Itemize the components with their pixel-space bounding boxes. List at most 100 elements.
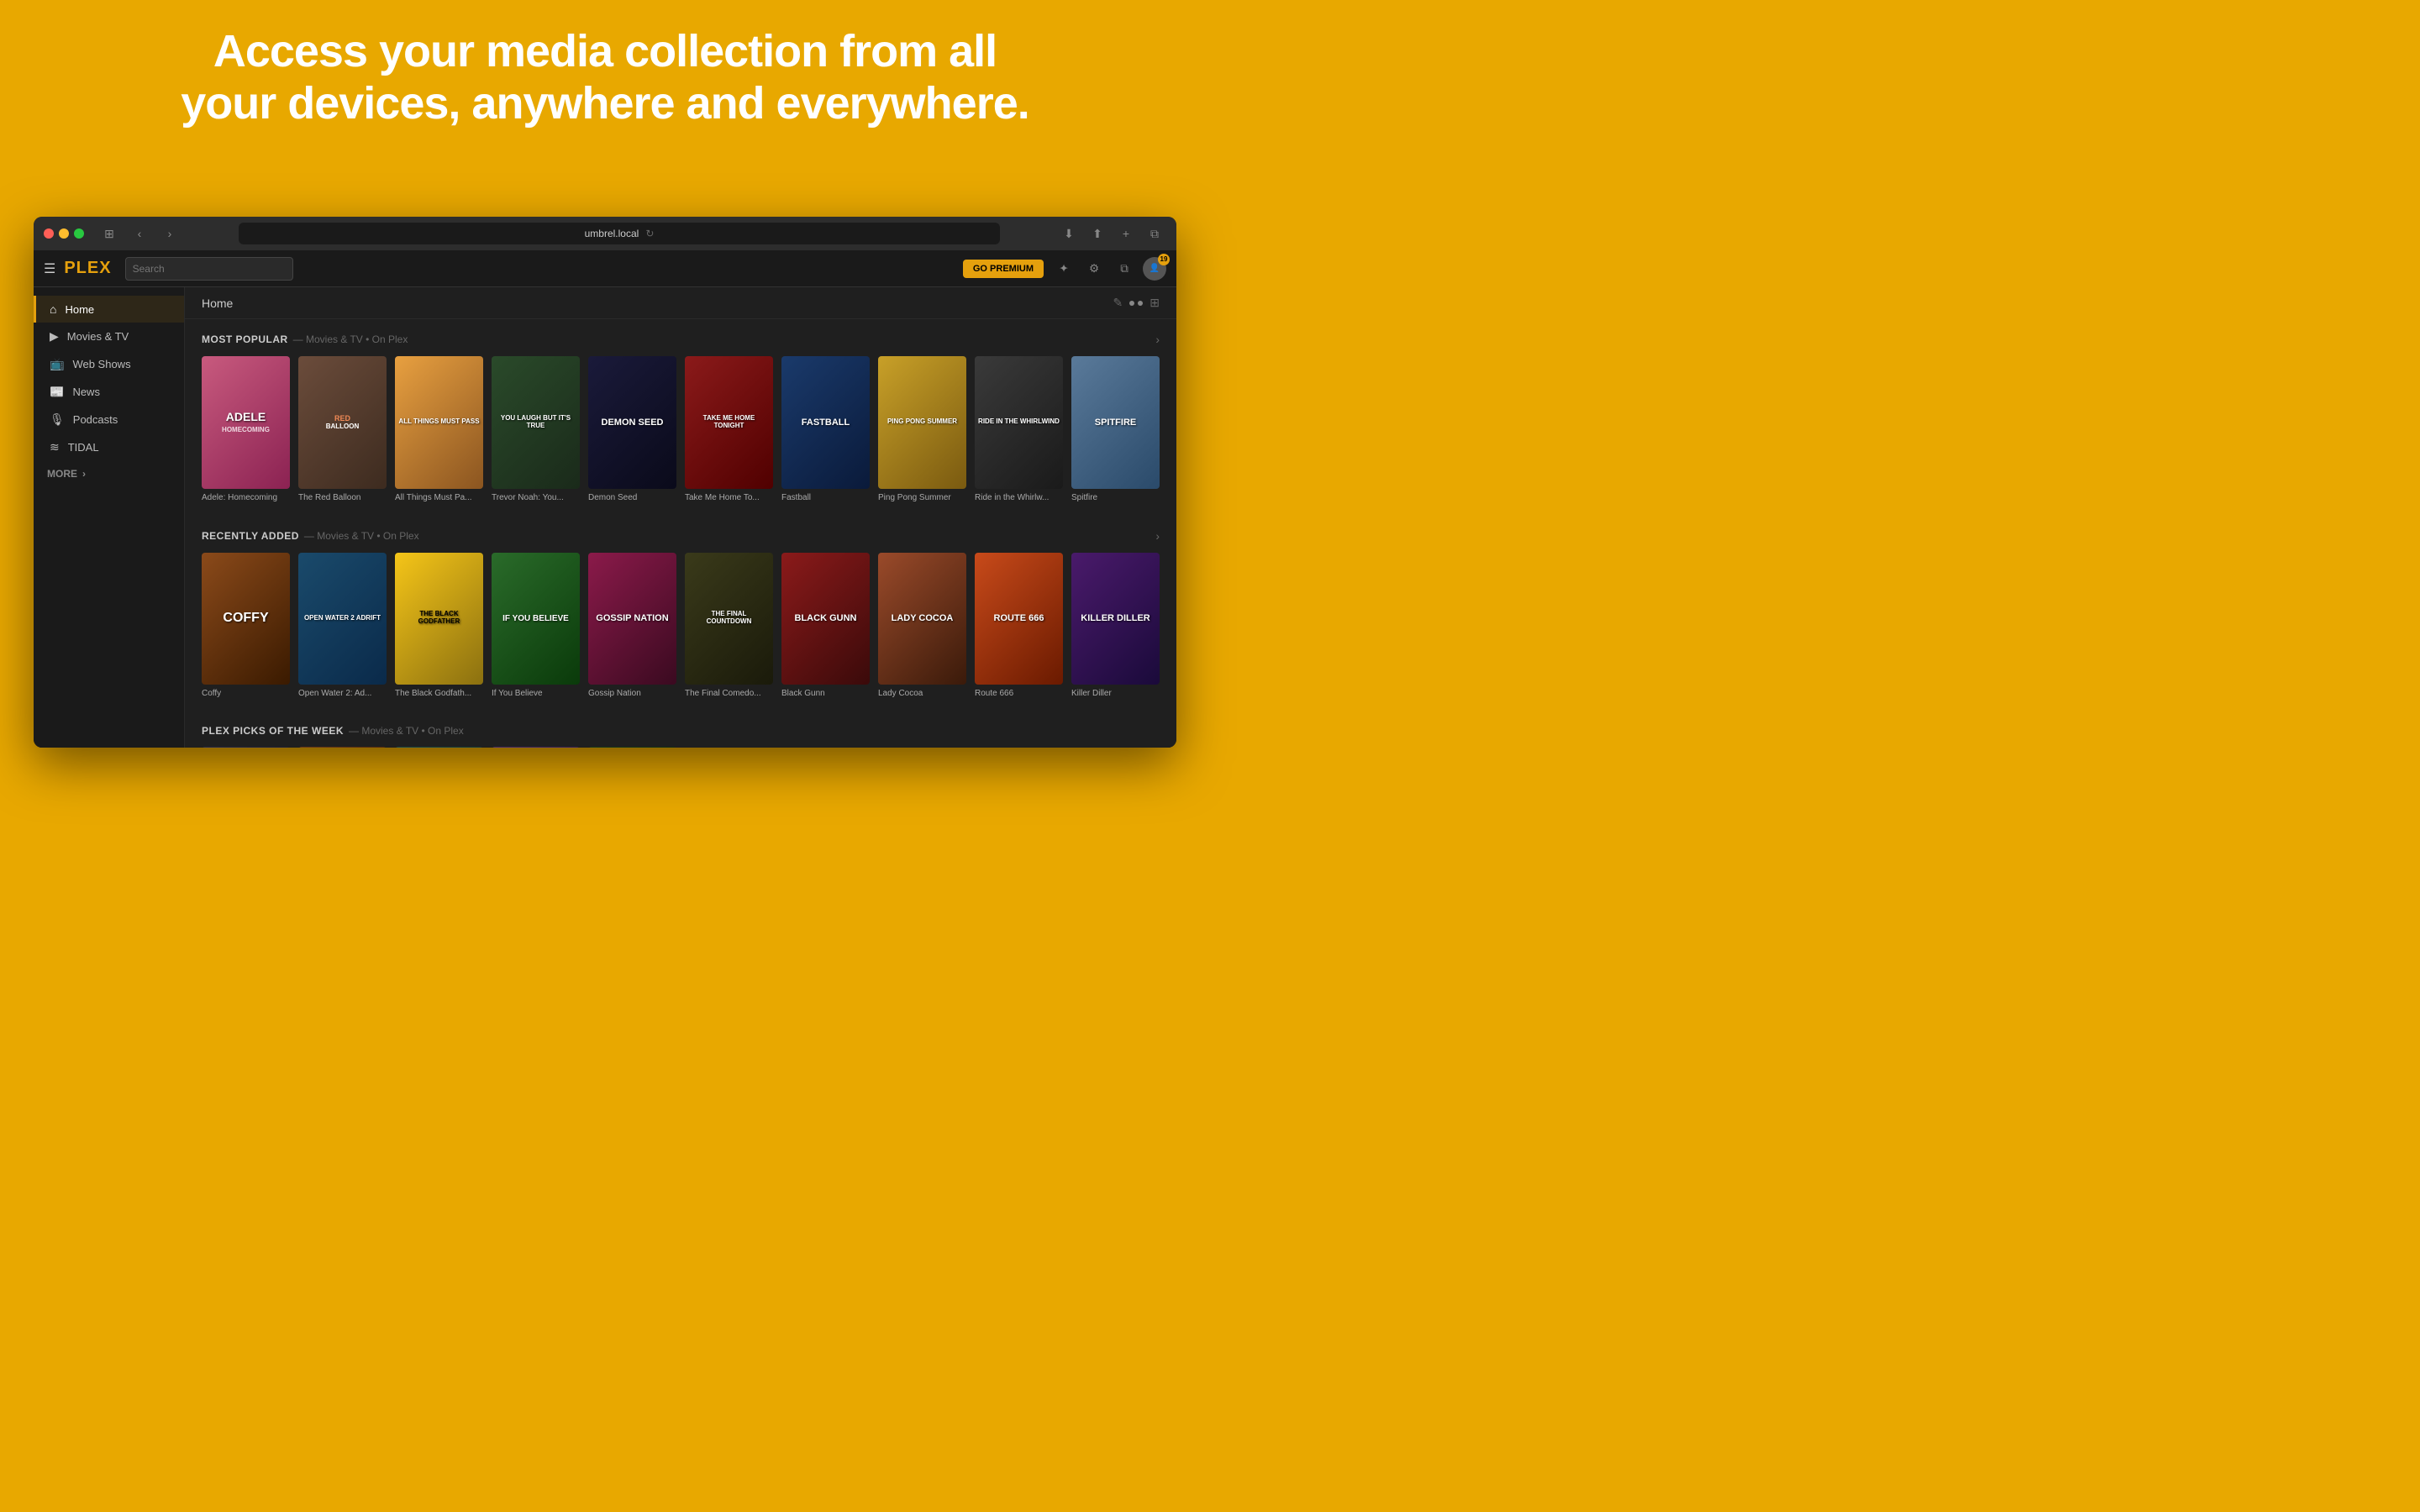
media-item-sneak[interactable]: SNEAKERHEADZ Sneakerheadz — [588, 747, 676, 748]
settings-icon[interactable]: ⚙ — [1082, 257, 1106, 281]
poster-all-things: ALL THINGS MUST PASS — [395, 356, 483, 489]
media-item-red-balloon[interactable]: RED BALLOON The Red Balloon — [298, 356, 387, 502]
plex-main: ⌂ Home ▶ Movies & TV 📺 Web Shows 📰 News … — [34, 287, 1176, 748]
media-item-route[interactable]: ROUTE 666 Route 666 — [975, 553, 1063, 699]
media-item-open-water[interactable]: OPEN WATER 2 ADRIFT Open Water 2: Ad... — [298, 553, 387, 699]
plex-picks-header: PLEX PICKS OF THE WEEK — Movies & TV • O… — [202, 725, 1160, 737]
poster-coffy: COFFY — [202, 553, 290, 685]
poster-lady: LADY COCOA — [878, 553, 966, 685]
content-header: Home ✎ ⊞ — [185, 287, 1176, 319]
media-item-pick2[interactable]: HERE, THERE Here, There... — [298, 747, 387, 748]
grid-view-button[interactable]: ⊞ — [1150, 296, 1160, 310]
sidebar-item-home[interactable]: ⌂ Home — [34, 296, 184, 323]
chevron-right-icon: › — [82, 468, 86, 480]
browser-window: ⊞ ‹ › umbrel.local ↻ ⬇ ⬆ + ⧉ ☰ PLEX GO P… — [34, 217, 1176, 748]
title-trevor: Trevor Noah: You... — [492, 493, 580, 502]
media-item-pick4[interactable]: Pick 4 — [492, 747, 580, 748]
media-item-coffy[interactable]: COFFY Coffy — [202, 553, 290, 699]
media-item-adele[interactable]: ADELE HOMECOMING Adele: Homecoming — [202, 356, 290, 502]
title-ping-pong: Ping Pong Summer — [878, 493, 966, 502]
plex-sidebar: ⌂ Home ▶ Movies & TV 📺 Web Shows 📰 News … — [34, 287, 185, 748]
premium-button[interactable]: GO PREMIUM — [963, 260, 1044, 278]
download-button[interactable]: ⬇ — [1057, 222, 1081, 245]
sidebar-more[interactable]: MORE › — [34, 461, 184, 486]
sidebar-item-web-shows[interactable]: 📺 Web Shows — [34, 350, 184, 378]
poster-if-you: if you believe — [492, 553, 580, 685]
most-popular-arrow[interactable]: › — [1155, 333, 1160, 346]
sidebar-item-podcasts[interactable]: 🎙 Podcasts — [34, 406, 184, 433]
content-header-actions: ✎ ⊞ — [1113, 296, 1160, 310]
poster-sneak: SNEAKERHEADZ — [588, 747, 676, 748]
title-coffy: Coffy — [202, 689, 290, 698]
maximize-button[interactable] — [74, 228, 84, 239]
media-item-pick1[interactable]: DEMENTIA 13 Dementia 13 — [202, 747, 290, 748]
most-popular-title: MOST POPULAR — [202, 333, 288, 345]
back-button[interactable]: ‹ — [128, 222, 151, 245]
media-item-ping-pong[interactable]: PING PONG SUMMER Ping Pong Summer — [878, 356, 966, 502]
poster-final: THE FINAL COUNTDOWN — [685, 553, 773, 685]
poster-adele: ADELE HOMECOMING — [202, 356, 290, 489]
address-bar[interactable]: umbrel.local ↻ — [239, 223, 1000, 244]
title-fastball: Fastball — [781, 493, 870, 502]
media-item-final[interactable]: THE FINAL COUNTDOWN The Final Comedo... — [685, 553, 773, 699]
view-toggle[interactable] — [1129, 296, 1143, 310]
poster-spitfire: SPITFIRE — [1071, 356, 1160, 489]
media-item-lady[interactable]: LADY COCOA Lady Cocoa — [878, 553, 966, 699]
screen-share-icon[interactable]: ⧉ — [1113, 257, 1136, 281]
minimize-button[interactable] — [59, 228, 69, 239]
media-item-black-godfather[interactable]: THE BLACK GODFATHER The Black Godfath... — [395, 553, 483, 699]
new-tab-button[interactable]: + — [1114, 222, 1138, 245]
recently-added-arrow[interactable]: › — [1155, 529, 1160, 543]
most-popular-grid: ADELE HOMECOMING Adele: Homecoming RED B… — [202, 356, 1160, 502]
edit-button[interactable]: ✎ — [1113, 296, 1123, 310]
cast-icon[interactable]: ✦ — [1052, 257, 1076, 281]
poster-ping-pong: PING PONG SUMMER — [878, 356, 966, 489]
poster-pick1: DEMENTIA 13 — [202, 747, 290, 748]
media-item-gossip[interactable]: GOSSIP NATION Gossip Nation — [588, 553, 676, 699]
most-popular-subtitle: — Movies & TV • On Plex — [293, 333, 408, 345]
poster-black-godfather: THE BLACK GODFATHER — [395, 553, 483, 685]
media-item-demon[interactable]: DEMON SEED Demon Seed — [588, 356, 676, 502]
sidebar-item-news[interactable]: 📰 News — [34, 378, 184, 406]
title-if-you: If You Believe — [492, 689, 580, 698]
title-adele: Adele: Homecoming — [202, 493, 290, 502]
poster-open-water: OPEN WATER 2 ADRIFT — [298, 553, 387, 685]
media-item-spitfire[interactable]: SPITFIRE Spitfire — [1071, 356, 1160, 502]
media-item-take-me[interactable]: TAKE ME HOME TONIGHT Take Me Home To... — [685, 356, 773, 502]
podcasts-icon: 🎙 — [50, 412, 65, 427]
plex-app: ☰ PLEX GO PREMIUM ✦ ⚙ ⧉ 👤 19 ⌂ — [34, 250, 1176, 748]
title-lady: Lady Cocoa — [878, 689, 966, 698]
web-shows-icon: 📺 — [50, 357, 64, 371]
media-item-fastball[interactable]: FASTBALL Fastball — [781, 356, 870, 502]
media-item-trevor[interactable]: YOU LAUGH BUT IT'S TRUE Trevor Noah: You… — [492, 356, 580, 502]
sidebar-item-movies-tv[interactable]: ▶ Movies & TV — [34, 323, 184, 350]
sidebar-toggle-button[interactable]: ⊞ — [97, 222, 121, 245]
media-item-pick3[interactable]: Pick 3 — [395, 747, 483, 748]
media-item-if-you[interactable]: if you believe If You Believe — [492, 553, 580, 699]
media-item-all-things[interactable]: ALL THINGS MUST PASS All Things Must Pa.… — [395, 356, 483, 502]
close-button[interactable] — [44, 228, 54, 239]
balloon-label: BALLOON — [326, 423, 360, 430]
avatar[interactable]: 👤 19 — [1143, 257, 1166, 281]
movies-icon: ▶ — [50, 329, 59, 344]
title-final: The Final Comedo... — [685, 689, 773, 698]
media-item-ride[interactable]: RIDE IN THE WHIRLWIND Ride in the Whirlw… — [975, 356, 1063, 502]
hero-section: Access your media collection from all yo… — [0, 0, 1210, 146]
title-killer: Killer Diller — [1071, 689, 1160, 698]
forward-button[interactable]: › — [158, 222, 182, 245]
media-item-black-gunn[interactable]: BLACK GUNN Black Gunn — [781, 553, 870, 699]
tab-overview-button[interactable]: ⧉ — [1143, 222, 1166, 245]
media-item-killer[interactable]: KILLER DILLER Killer Diller — [1071, 553, 1160, 699]
search-input[interactable] — [125, 257, 293, 281]
reload-icon: ↻ — [645, 228, 654, 239]
plex-logo: PLEX — [64, 259, 111, 278]
share-button[interactable]: ⬆ — [1086, 222, 1109, 245]
poster-pick2: HERE, THERE — [298, 747, 387, 748]
recently-added-grid: COFFY Coffy OPEN WATER 2 ADRIFT — [202, 553, 1160, 699]
topbar-icons: ✦ ⚙ ⧉ 👤 19 — [1052, 257, 1166, 281]
recently-added-section: RECENTLY ADDED — Movies & TV • On Plex ›… — [185, 516, 1176, 712]
poster-demon: DEMON SEED — [588, 356, 676, 489]
menu-icon[interactable]: ☰ — [44, 260, 55, 277]
sidebar-item-tidal[interactable]: ≋ TIDAL — [34, 433, 184, 461]
home-icon: ⌂ — [50, 302, 56, 316]
